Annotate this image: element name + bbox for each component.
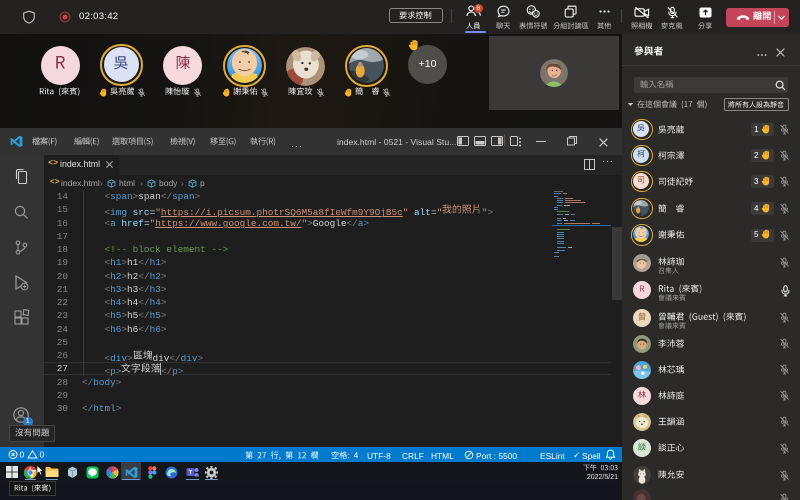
svg-text:T: T bbox=[189, 471, 193, 477]
svg-text:0: 0 bbox=[40, 450, 45, 460]
svg-text:0: 0 bbox=[20, 450, 25, 460]
